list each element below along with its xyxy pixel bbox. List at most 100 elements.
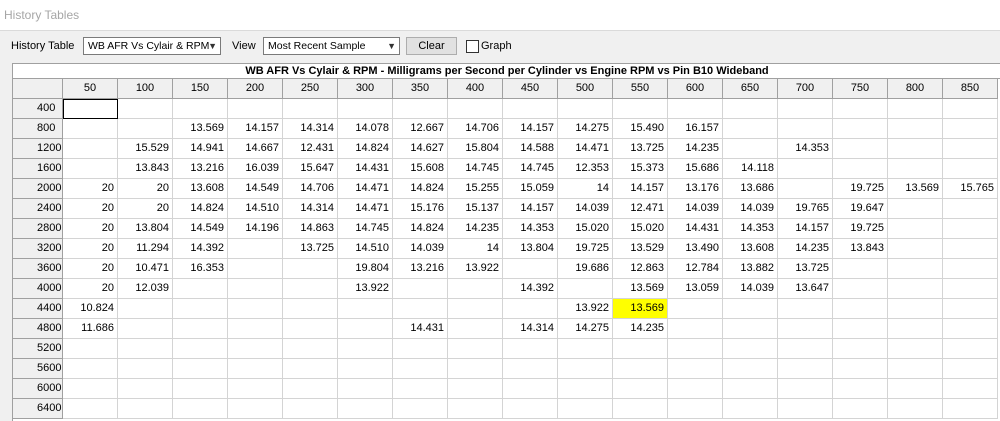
table-cell[interactable]: 14.510 bbox=[228, 199, 283, 219]
table-cell[interactable]: 15.804 bbox=[448, 139, 503, 159]
table-cell[interactable] bbox=[448, 99, 503, 119]
table-cell[interactable] bbox=[888, 99, 943, 119]
table-cell[interactable]: 13.647 bbox=[778, 279, 833, 299]
table-cell[interactable]: 13.569 bbox=[613, 279, 668, 299]
table-cell[interactable] bbox=[778, 339, 833, 359]
table-cell[interactable] bbox=[778, 359, 833, 379]
table-cell[interactable] bbox=[833, 299, 888, 319]
table-cell[interactable] bbox=[778, 379, 833, 399]
table-cell[interactable] bbox=[503, 99, 558, 119]
table-cell[interactable]: 12.353 bbox=[558, 159, 613, 179]
table-cell[interactable] bbox=[448, 359, 503, 379]
history-grid[interactable]: WB AFR Vs Cylair & RPM - Milligrams per … bbox=[12, 63, 1000, 421]
table-cell[interactable] bbox=[943, 399, 998, 419]
table-cell[interactable]: 14.157 bbox=[778, 219, 833, 239]
table-cell[interactable] bbox=[503, 399, 558, 419]
table-cell[interactable] bbox=[943, 119, 998, 139]
table-cell[interactable]: 14.157 bbox=[228, 119, 283, 139]
table-cell[interactable]: 14.706 bbox=[283, 179, 338, 199]
table-cell[interactable] bbox=[833, 279, 888, 299]
table-cell[interactable] bbox=[503, 339, 558, 359]
table-cell[interactable]: 14.157 bbox=[503, 199, 558, 219]
table-cell[interactable] bbox=[173, 379, 228, 399]
table-cell[interactable]: 13.608 bbox=[173, 179, 228, 199]
table-cell[interactable] bbox=[668, 339, 723, 359]
table-cell[interactable]: 20 bbox=[63, 279, 118, 299]
table-cell[interactable] bbox=[283, 359, 338, 379]
table-cell[interactable]: 14.431 bbox=[668, 219, 723, 239]
clear-button[interactable]: Clear bbox=[406, 37, 457, 55]
table-cell[interactable] bbox=[503, 379, 558, 399]
table-cell[interactable]: 15.490 bbox=[613, 119, 668, 139]
table-cell[interactable] bbox=[943, 239, 998, 259]
table-cell[interactable] bbox=[393, 279, 448, 299]
table-cell[interactable]: 12.863 bbox=[613, 259, 668, 279]
table-cell[interactable]: 14.314 bbox=[503, 319, 558, 339]
table-cell[interactable] bbox=[448, 379, 503, 399]
table-cell[interactable] bbox=[558, 279, 613, 299]
table-cell[interactable]: 14.039 bbox=[393, 239, 448, 259]
table-cell[interactable] bbox=[338, 299, 393, 319]
table-cell[interactable] bbox=[888, 339, 943, 359]
table-cell[interactable]: 14.039 bbox=[723, 279, 778, 299]
table-cell[interactable] bbox=[668, 359, 723, 379]
table-cell[interactable] bbox=[888, 159, 943, 179]
table-cell[interactable] bbox=[173, 359, 228, 379]
table-cell[interactable] bbox=[63, 99, 118, 119]
table-cell[interactable]: 13.804 bbox=[118, 219, 173, 239]
table-cell[interactable] bbox=[228, 399, 283, 419]
table-cell[interactable]: 13.569 bbox=[173, 119, 228, 139]
table-cell[interactable] bbox=[613, 379, 668, 399]
table-cell[interactable]: 12.784 bbox=[668, 259, 723, 279]
table-cell[interactable] bbox=[283, 99, 338, 119]
table-cell[interactable] bbox=[228, 279, 283, 299]
table-cell[interactable] bbox=[118, 319, 173, 339]
table-cell[interactable] bbox=[173, 319, 228, 339]
table-cell[interactable]: 13.843 bbox=[833, 239, 888, 259]
table-cell[interactable] bbox=[778, 399, 833, 419]
table-cell[interactable]: 14.745 bbox=[503, 159, 558, 179]
table-cell[interactable]: 13.725 bbox=[778, 259, 833, 279]
table-cell[interactable]: 13.216 bbox=[393, 259, 448, 279]
table-cell[interactable] bbox=[63, 399, 118, 419]
table-cell[interactable]: 12.431 bbox=[283, 139, 338, 159]
table-cell[interactable]: 19.765 bbox=[778, 199, 833, 219]
table-cell[interactable]: 13.725 bbox=[283, 239, 338, 259]
table-cell[interactable]: 14 bbox=[558, 179, 613, 199]
view-select[interactable]: Most Recent Sample ▼ bbox=[263, 37, 400, 55]
table-cell[interactable] bbox=[833, 339, 888, 359]
table-cell[interactable] bbox=[118, 299, 173, 319]
table-cell[interactable] bbox=[283, 399, 338, 419]
table-cell[interactable]: 20 bbox=[63, 219, 118, 239]
table-cell[interactable]: 14.314 bbox=[283, 119, 338, 139]
table-cell[interactable] bbox=[668, 379, 723, 399]
table-cell[interactable]: 12.039 bbox=[118, 279, 173, 299]
table-cell[interactable]: 14.706 bbox=[448, 119, 503, 139]
table-cell[interactable]: 13.922 bbox=[558, 299, 613, 319]
table-cell[interactable]: 15.059 bbox=[503, 179, 558, 199]
table-cell[interactable] bbox=[943, 299, 998, 319]
table-cell[interactable] bbox=[723, 119, 778, 139]
table-cell[interactable] bbox=[833, 139, 888, 159]
table-cell[interactable]: 19.725 bbox=[833, 179, 888, 199]
table-cell[interactable] bbox=[338, 339, 393, 359]
table-cell[interactable] bbox=[943, 319, 998, 339]
table-cell[interactable]: 16.157 bbox=[668, 119, 723, 139]
table-cell[interactable]: 13.843 bbox=[118, 159, 173, 179]
table-cell[interactable]: 15.686 bbox=[668, 159, 723, 179]
table-cell[interactable]: 14.039 bbox=[723, 199, 778, 219]
table-cell[interactable] bbox=[943, 159, 998, 179]
table-cell[interactable] bbox=[228, 319, 283, 339]
table-cell[interactable]: 15.765 bbox=[943, 179, 998, 199]
table-cell[interactable]: 11.294 bbox=[118, 239, 173, 259]
table-cell[interactable] bbox=[118, 99, 173, 119]
table-cell[interactable]: 13.176 bbox=[668, 179, 723, 199]
table-cell[interactable] bbox=[393, 379, 448, 399]
table-cell[interactable]: 14.235 bbox=[613, 319, 668, 339]
table-cell[interactable]: 14.471 bbox=[338, 199, 393, 219]
table-cell[interactable] bbox=[338, 319, 393, 339]
table-cell[interactable] bbox=[448, 339, 503, 359]
table-cell[interactable]: 11.686 bbox=[63, 319, 118, 339]
table-cell[interactable]: 14.314 bbox=[283, 199, 338, 219]
table-cell[interactable] bbox=[393, 359, 448, 379]
